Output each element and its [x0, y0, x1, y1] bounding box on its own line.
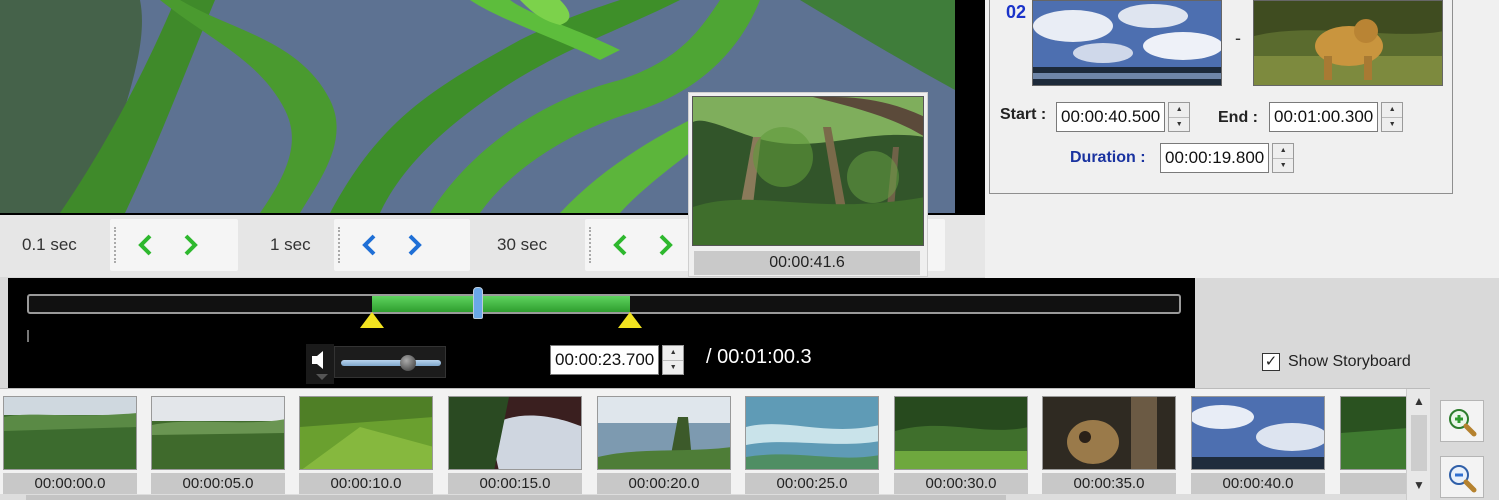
frame-time: 00:00:05.0	[151, 473, 285, 495]
playhead-handle[interactable]	[473, 287, 483, 319]
frame-time: 00:00:35.0	[1042, 473, 1176, 495]
frame-thumbnail	[745, 396, 879, 470]
show-storyboard-toggle[interactable]: ✓ Show Storyboard	[1262, 353, 1411, 371]
frame-thumbnail	[1042, 396, 1176, 470]
start-time-arrows[interactable]: ▲ ▼	[1168, 102, 1191, 132]
video-editor-window: 0.1 sec 1 sec 30 sec 00:00:41.6 02 - Sta…	[0, 0, 1499, 500]
step-box-1-sec	[334, 219, 470, 271]
frame-thumbnail	[1191, 396, 1325, 470]
hover-preview-time: 00:00:41.6	[694, 251, 920, 275]
step-forward-1-sec-icon[interactable]	[402, 233, 426, 257]
storyboard-frame[interactable]: 00:00:30.0	[894, 396, 1028, 496]
volume-knob[interactable]	[399, 355, 416, 371]
clip-properties-panel: 02 - Start: 00:00:40.500 ▲ ▼ End: 00:0…	[985, 0, 1499, 278]
frame-time: 00:00:00.0	[3, 473, 137, 495]
frame-time: 00:00:15.0	[448, 473, 582, 495]
timeline-selection[interactable]	[372, 296, 630, 312]
volume-track[interactable]	[341, 360, 441, 366]
hover-preview-image	[692, 96, 924, 246]
storyboard-frame[interactable]: 00:00:05.0	[151, 396, 285, 496]
selection-end-marker[interactable]	[618, 312, 642, 328]
step-forward-30-sec-icon[interactable]	[653, 233, 677, 257]
zoom-in-icon	[1449, 409, 1477, 437]
current-time-spinner[interactable]: 00:00:23.700 ▲ ▼	[550, 345, 685, 375]
spin-down-icon[interactable]: ▼	[1169, 118, 1189, 132]
frame-time: 00:00:40.0	[1191, 473, 1325, 495]
frame-thumbnail	[894, 396, 1028, 470]
spin-down-icon[interactable]: ▼	[663, 361, 683, 375]
show-storyboard-label: Show Storyboard	[1288, 353, 1411, 370]
end-time-arrows[interactable]: ▲ ▼	[1381, 102, 1404, 132]
end-label: End :	[1218, 109, 1258, 126]
storyboard-frame[interactable]: 00:00:35.0	[1042, 396, 1176, 496]
step-back-30-sec-icon[interactable]	[609, 233, 633, 257]
frame-thumbnail	[151, 396, 285, 470]
frame-time: 00:00:10.0	[299, 473, 433, 495]
storyboard-frame[interactable]: 00:00:25.0	[745, 396, 879, 496]
storyboard-frame[interactable]: 00:00:20.0	[597, 396, 731, 496]
start-time-spinner[interactable]: 00:00:40.500 ▲ ▼	[1056, 102, 1191, 132]
clip-group-box: 02 - Start: 00:00:40.500 ▲ ▼ End: 00:0…	[989, 0, 1453, 194]
total-duration: / 00:01:00.3	[706, 346, 812, 368]
step-label-0-1-sec: 0.1 sec	[22, 235, 77, 254]
clip-separator: -	[1235, 28, 1241, 48]
storyboard-horizontal-scrollbar[interactable]	[0, 494, 1406, 500]
step-back-1-sec-icon[interactable]	[358, 233, 382, 257]
speaker-icon[interactable]	[306, 344, 334, 384]
step-back-0-1-sec-icon[interactable]	[134, 233, 158, 257]
scroll-thumb[interactable]	[1411, 415, 1427, 471]
step-forward-0-1-sec-icon[interactable]	[178, 233, 202, 257]
storyboard-frame[interactable]: 00:00:10.0	[299, 396, 433, 496]
duration-label: Duration :	[1070, 149, 1146, 166]
start-time-field[interactable]: 00:00:40.500	[1056, 102, 1166, 132]
hscroll-thumb[interactable]	[26, 495, 1006, 500]
frame-time: 00:00:30.0	[894, 473, 1028, 495]
duration-field[interactable]: 00:00:19.800	[1160, 143, 1270, 173]
current-time-arrows[interactable]: ▲ ▼	[662, 345, 685, 375]
storyboard-frame[interactable]: 00:00:15.0	[448, 396, 582, 496]
hover-preview-popup: 00:00:41.6	[688, 92, 928, 277]
volume-slider[interactable]	[334, 346, 446, 378]
storyboard-strip: 00:00:00.0 00:00:05.0 00:00:10.0 00:00:1…	[0, 388, 1430, 500]
end-time-field[interactable]: 00:01:00.300	[1269, 102, 1379, 132]
selection-start-marker[interactable]	[360, 312, 384, 328]
scroll-down-icon[interactable]: ▼	[1407, 473, 1430, 497]
spin-up-icon[interactable]: ▲	[1273, 144, 1294, 159]
clip-start-thumbnail[interactable]	[1032, 0, 1222, 86]
spin-up-icon[interactable]: ▲	[663, 346, 684, 361]
spin-down-icon[interactable]: ▼	[1273, 159, 1293, 173]
frame-thumbnail	[3, 396, 137, 470]
start-label: Start :	[1000, 106, 1047, 123]
storyboard-frame[interactable]: 00:00:00.0	[3, 396, 137, 496]
step-label-30-sec: 30 sec	[497, 235, 548, 254]
scroll-up-icon[interactable]: ▲	[1407, 389, 1430, 413]
zoom-in-button[interactable]	[1440, 400, 1484, 442]
timeline-start-tick	[27, 330, 29, 342]
end-time-spinner[interactable]: 00:01:00.300 ▲ ▼	[1269, 102, 1404, 132]
timeline-panel: 00:00:23.700 ▲ ▼ / 00:01:00.3	[8, 278, 1195, 388]
spin-down-icon[interactable]: ▼	[1382, 118, 1402, 132]
spin-up-icon[interactable]: ▲	[1169, 103, 1190, 118]
step-label-1-sec: 1 sec	[270, 235, 311, 254]
storyboard-frame[interactable]: 00:00:40.0	[1191, 396, 1325, 496]
spin-up-icon[interactable]: ▲	[1382, 103, 1403, 118]
zoom-out-icon	[1449, 465, 1477, 493]
storyboard-vertical-scrollbar[interactable]: ▲ ▼	[1406, 389, 1430, 500]
duration-spinner[interactable]: 00:00:19.800 ▲ ▼	[1160, 143, 1295, 173]
frame-thumbnail	[299, 396, 433, 470]
frame-thumbnail	[448, 396, 582, 470]
frame-time: 00:00:20.0	[597, 473, 731, 495]
frame-time: 00:00:25.0	[745, 473, 879, 495]
clip-number: 02	[1006, 2, 1027, 22]
clip-end-thumbnail[interactable]	[1253, 0, 1443, 86]
zoom-out-button[interactable]	[1440, 456, 1484, 498]
show-storyboard-checkbox[interactable]: ✓	[1262, 353, 1280, 371]
frame-thumbnail	[597, 396, 731, 470]
step-box-0-1-sec	[110, 219, 238, 271]
duration-arrows[interactable]: ▲ ▼	[1272, 143, 1295, 173]
current-time-field[interactable]: 00:00:23.700	[550, 345, 660, 375]
